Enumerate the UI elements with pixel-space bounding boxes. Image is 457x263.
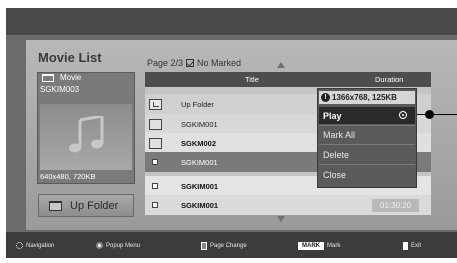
footer-label: Page Change <box>210 243 247 249</box>
popup-file-info: 1366x768, 125KB <box>332 93 397 102</box>
up-folder-icon <box>49 200 62 211</box>
popup-item-play[interactable]: Play <box>319 107 415 124</box>
popup-header: ! 1366x768, 125KB <box>319 91 415 104</box>
footer-label: Popup Menu <box>106 242 141 249</box>
popup-item-label: Delete <box>323 149 350 160</box>
page-info: Page 2/3 No Marked <box>147 58 241 68</box>
footer-bar: Navigation Popup Menu Page Change MARK M… <box>6 232 457 258</box>
scroll-up-icon[interactable] <box>277 62 285 68</box>
movie-folder-icon <box>42 73 54 82</box>
popup-item-label: Mark All <box>323 129 356 140</box>
file-icon <box>152 159 158 165</box>
page-title: Movie List <box>38 50 102 65</box>
info-icon: ! <box>321 93 330 102</box>
navigation-icon <box>16 242 23 249</box>
thumbnail <box>40 104 132 170</box>
footer-navigation: Navigation <box>16 242 54 249</box>
row-name: Up Folder <box>181 99 214 109</box>
music-note-icon <box>69 116 104 153</box>
row-name: SGKIM001 <box>181 200 219 210</box>
callout-line <box>417 114 457 115</box>
popup-divider <box>319 164 415 165</box>
file-info-header: Movie SGKIM003 <box>40 73 132 94</box>
row-name: SGKM002 <box>181 138 217 148</box>
footer-popup-menu: Popup Menu <box>96 242 140 249</box>
info-filename: SGKIM003 <box>40 85 80 94</box>
table-header: Title Duration <box>145 72 431 87</box>
up-folder-label: Up Folder <box>70 199 119 212</box>
footer-label: Exit <box>411 243 422 249</box>
page-change-icon <box>201 242 207 250</box>
ok-button-icon <box>96 242 103 249</box>
popup-item-close[interactable]: Close <box>319 166 415 183</box>
up-folder-icon <box>148 98 162 110</box>
up-folder-button[interactable]: Up Folder <box>38 194 134 217</box>
row-duration: 01:30:20 <box>372 198 420 212</box>
mark-key-icon: MARK <box>298 242 324 250</box>
footer-page-change: Page Change <box>201 242 247 250</box>
footer-label: Navigation <box>26 242 55 249</box>
callout-dot <box>425 110 434 119</box>
footer-label: Mark <box>327 243 341 249</box>
info-category: Movie <box>60 73 82 82</box>
row-name: SGKIM001 <box>181 157 218 167</box>
footer-mark: MARK Mark <box>298 242 340 250</box>
table-row[interactable]: SGKIM001 01:30:20 <box>145 195 431 215</box>
file-icon <box>152 202 158 208</box>
row-name: SGKIM001 <box>181 181 219 191</box>
column-duration: Duration <box>375 75 404 84</box>
scroll-down-icon[interactable] <box>277 216 285 222</box>
exit-icon <box>403 242 408 250</box>
info-resolution: 640x480, 720KB <box>40 172 96 181</box>
top-bar <box>6 8 457 35</box>
column-title: Title <box>245 75 259 84</box>
popup-item-mark-all[interactable]: Mark All <box>319 126 415 143</box>
file-icon <box>152 183 158 189</box>
folder-icon <box>148 118 162 130</box>
popup-item-label: Close <box>323 169 347 180</box>
marked-status: No Marked <box>197 58 242 68</box>
folder-icon <box>148 137 162 149</box>
row-name: SGKIM001 <box>181 119 218 129</box>
footer-exit: Exit <box>403 242 421 250</box>
selected-radio-icon <box>399 111 407 119</box>
popup-item-delete[interactable]: Delete <box>319 146 415 163</box>
checkbox-icon <box>186 59 195 67</box>
popup-item-label: Play <box>323 110 342 121</box>
tv-screen: Movie List Page 2/3 No Marked Movie SGKI… <box>0 0 457 263</box>
popup-divider <box>319 144 415 145</box>
page-number: Page 2/3 <box>147 58 184 68</box>
